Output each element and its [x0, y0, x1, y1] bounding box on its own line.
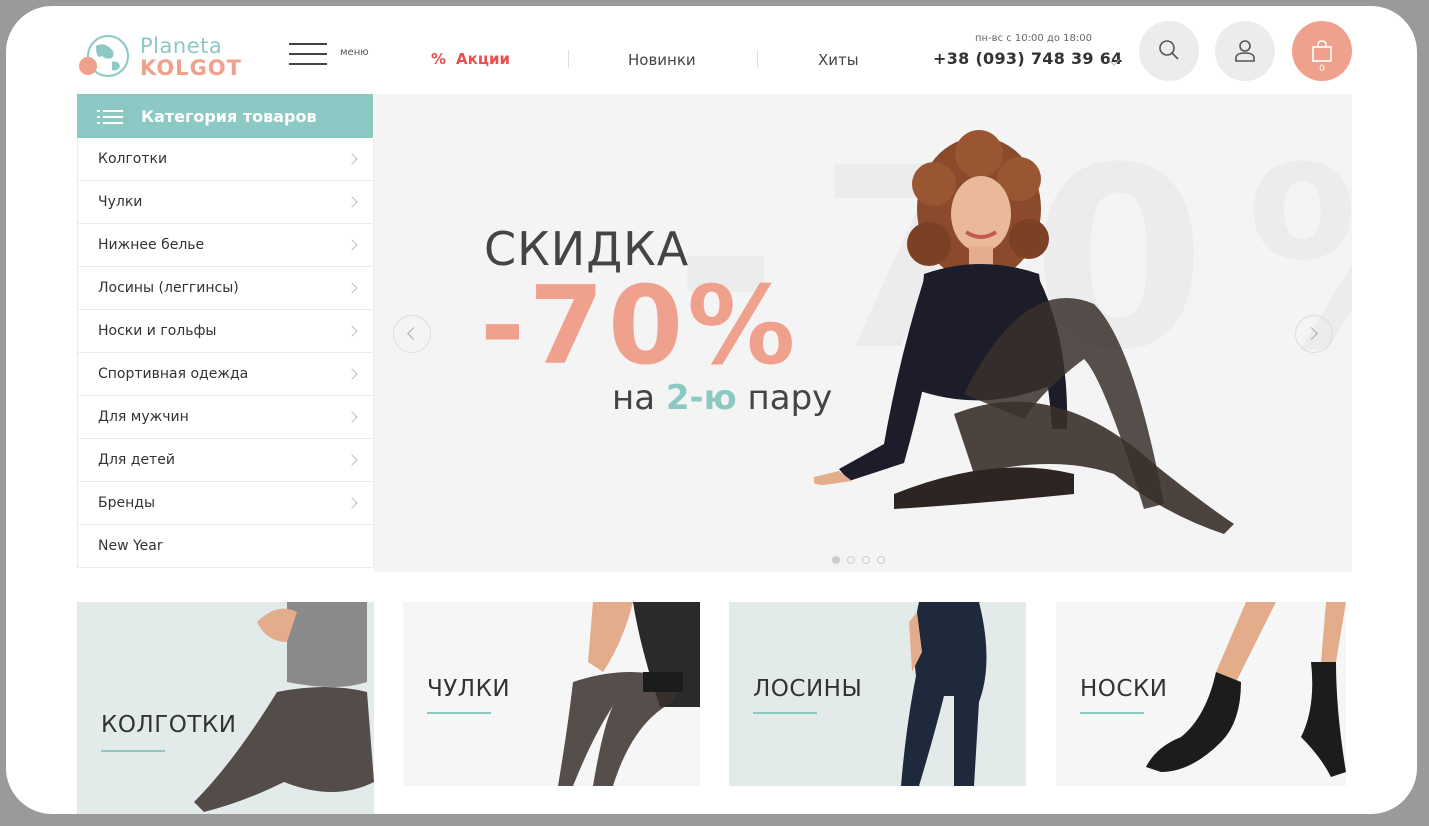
chevron-right-icon — [346, 282, 358, 294]
menu-button[interactable]: меню — [289, 43, 379, 69]
category-item-new-year[interactable]: New Year — [78, 525, 373, 568]
category-item-leggings[interactable]: Лосины (леггинсы) — [78, 267, 373, 310]
search-button[interactable] — [1139, 21, 1199, 81]
chevron-right-icon — [346, 368, 358, 380]
category-item-label: Спортивная одежда — [98, 366, 249, 382]
list-icon — [97, 110, 123, 124]
hamburger-icon — [289, 43, 327, 67]
slider-dot-1[interactable] — [832, 556, 840, 564]
slider-dot-3[interactable] — [862, 556, 870, 564]
site-logo[interactable]: Planeta KOLGOT — [78, 32, 258, 88]
category-list: Колготки Чулки Нижнее белье Лосины (легг… — [77, 138, 374, 568]
logo-text-planeta: Planeta — [140, 34, 223, 58]
nav-link-sale[interactable]: % Акции — [431, 50, 510, 68]
tile-underline — [1080, 712, 1144, 714]
slider-dot-4[interactable] — [877, 556, 885, 564]
tile-image-stockings — [558, 602, 700, 786]
category-tile-noski[interactable]: НОСКИ — [1056, 602, 1346, 786]
tile-image-tights — [194, 602, 374, 812]
cart-count-badge: 0 — [1319, 64, 1325, 74]
page-frame: Planeta KOLGOT меню % Акции Новинки Хиты … — [6, 6, 1417, 814]
category-item-sportswear[interactable]: Спортивная одежда — [78, 353, 373, 396]
shopping-bag-icon — [1312, 40, 1332, 62]
menu-label: меню — [340, 47, 369, 58]
chevron-right-icon — [346, 411, 358, 423]
account-button[interactable] — [1215, 21, 1275, 81]
cart-button[interactable]: 0 — [1292, 21, 1352, 81]
chevron-right-icon — [346, 325, 358, 337]
tile-label: НОСКИ — [1080, 676, 1168, 702]
category-item-label: Лосины (леггинсы) — [98, 280, 239, 296]
chevron-right-icon — [346, 196, 358, 208]
category-item-kolgotki[interactable]: Колготки — [78, 138, 373, 181]
tile-label: ЧУЛКИ — [427, 676, 511, 702]
category-item-underwear[interactable]: Нижнее белье — [78, 224, 373, 267]
hero-subtitle-suffix: пару — [747, 378, 833, 418]
tile-label: КОЛГОТКИ — [101, 712, 237, 738]
category-item-label: Носки и гольфы — [98, 323, 217, 339]
chevron-left-icon — [407, 327, 420, 340]
category-item-men[interactable]: Для мужчин — [78, 396, 373, 439]
nav-link-new[interactable]: Новинки — [628, 51, 696, 69]
hero-model-image — [814, 130, 1234, 534]
nav-divider — [757, 50, 758, 68]
hero-subtitle-prefix: на — [612, 378, 656, 418]
category-tile-chulki[interactable]: ЧУЛКИ — [403, 602, 700, 786]
chevron-right-icon — [346, 454, 358, 466]
globe-logo-icon — [79, 35, 129, 77]
nav-sale-label: Акции — [456, 50, 510, 68]
category-item-chulki[interactable]: Чулки — [78, 181, 373, 224]
tile-underline — [101, 750, 165, 752]
tile-image-leggings — [901, 602, 987, 786]
tile-underline — [427, 712, 491, 714]
nav-link-hits[interactable]: Хиты — [818, 51, 859, 69]
tile-image-socks — [1146, 602, 1346, 777]
chevron-right-icon — [346, 497, 358, 509]
hero-subtitle: на 2-ю пару — [612, 378, 832, 418]
tile-label: ЛОСИНЫ — [753, 676, 863, 702]
hero-banner[interactable]: -70% СКИДКА -70% на 2-ю пару — [374, 94, 1352, 572]
category-menu-title: Категория товаров — [141, 107, 317, 126]
working-hours: пн-вс с 10:00 до 18:00 — [975, 33, 1092, 44]
hero-discount: -70% — [480, 264, 800, 389]
category-item-kids[interactable]: Для детей — [78, 439, 373, 482]
tile-underline — [753, 712, 817, 714]
chevron-right-icon — [346, 153, 358, 165]
category-item-label: Чулки — [98, 194, 143, 210]
phone-number[interactable]: +38 (093) 748 39 64 — [933, 49, 1123, 68]
slider-dot-2[interactable] — [847, 556, 855, 564]
user-icon — [1235, 40, 1255, 62]
category-menu-header[interactable]: Категория товаров — [77, 94, 373, 138]
category-item-label: Для мужчин — [98, 409, 189, 425]
category-tile-losiny[interactable]: ЛОСИНЫ — [729, 602, 1026, 786]
category-item-label: Колготки — [98, 151, 168, 167]
slider-next-button[interactable] — [1295, 315, 1333, 353]
search-icon — [1159, 40, 1179, 60]
category-item-label: Бренды — [98, 495, 155, 511]
chevron-right-icon — [1305, 327, 1318, 340]
hero-subtitle-highlight: 2-ю — [665, 378, 737, 418]
slider-pagination — [832, 549, 892, 568]
category-tile-kolgotki[interactable]: КОЛГОТКИ — [77, 602, 374, 814]
category-item-label: New Year — [98, 538, 163, 554]
logo-text-kolgot: KOLGOT — [140, 56, 242, 80]
category-item-socks[interactable]: Носки и гольфы — [78, 310, 373, 353]
nav-divider — [568, 50, 569, 68]
slider-prev-button[interactable] — [393, 315, 431, 353]
category-item-label: Нижнее белье — [98, 237, 205, 253]
chevron-right-icon — [346, 239, 358, 251]
percent-icon: % — [431, 50, 447, 68]
category-item-label: Для детей — [98, 452, 175, 468]
category-item-brands[interactable]: Бренды — [78, 482, 373, 525]
